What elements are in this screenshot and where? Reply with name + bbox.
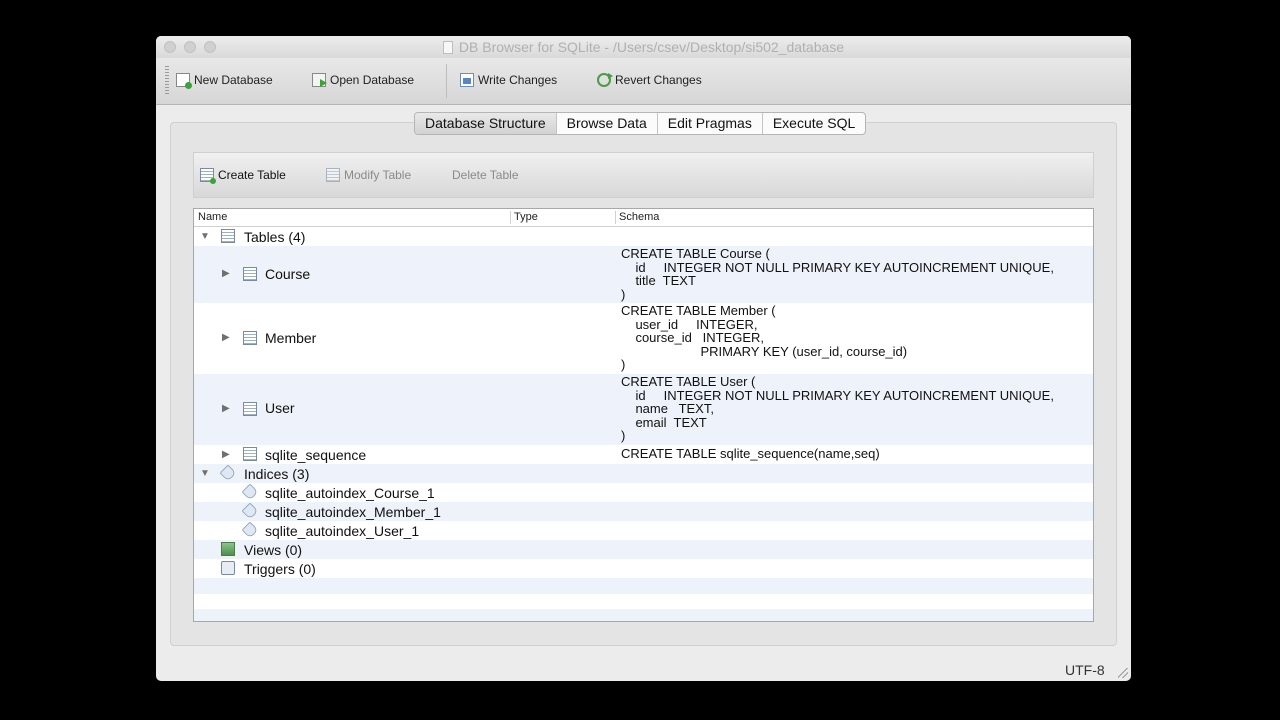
index-tag-icon <box>241 483 259 501</box>
tree-header: Name Type Schema <box>194 209 1093 227</box>
table-name: Course <box>265 266 311 282</box>
modify-table-button[interactable]: Modify Table <box>326 168 411 182</box>
index-name: sqlite_autoindex_User_1 <box>265 523 420 539</box>
table-schema: CREATE TABLE sqlite_sequence(name,seq) <box>621 446 880 461</box>
tree-group-views[interactable]: Views (0) <box>194 540 1093 559</box>
revert-changes-icon <box>597 73 613 87</box>
encoding-status: UTF-8 <box>1065 662 1105 678</box>
column-header-name[interactable]: Name <box>198 211 227 223</box>
index-name: sqlite_autoindex_Course_1 <box>265 485 435 501</box>
triggers-script-icon <box>221 561 235 575</box>
structure-toolbar: Create Table Modify Table Delete Table <box>193 152 1094 198</box>
write-changes-label: Write Changes <box>478 73 558 87</box>
table-name: User <box>265 400 295 416</box>
table-schema: CREATE TABLE Course ( id INTEGER NOT NUL… <box>621 246 1054 302</box>
expand-arrow-icon[interactable]: ▶ <box>222 268 230 279</box>
window-title-text: DB Browser for SQLite - /Users/csev/Desk… <box>458 39 845 55</box>
open-database-button[interactable]: Open Database <box>312 73 414 87</box>
column-divider[interactable] <box>510 211 511 224</box>
new-database-icon <box>176 73 192 89</box>
tree-group-tables[interactable]: ▼ Tables (4) <box>194 227 1093 246</box>
indices-tag-icon <box>219 464 237 482</box>
tables-icon <box>221 229 235 243</box>
index-tag-icon <box>241 502 259 520</box>
expand-arrow-icon[interactable]: ▶ <box>222 449 230 460</box>
table-row[interactable]: ▶ sqlite_sequence CREATE TABLE sqlite_se… <box>194 445 1093 464</box>
tab-browse-data[interactable]: Browse Data <box>557 113 658 134</box>
table-row[interactable]: ▶ Course CREATE TABLE Course ( id INTEGE… <box>194 246 1093 303</box>
table-name: sqlite_sequence <box>265 447 367 463</box>
table-row[interactable]: ▶ User CREATE TABLE User ( id INTEGER NO… <box>194 374 1093 445</box>
column-header-type[interactable]: Type <box>514 211 538 223</box>
toolbar-separator <box>446 64 447 98</box>
index-name: sqlite_autoindex_Member_1 <box>265 504 441 520</box>
delete-table-button[interactable]: Delete Table <box>452 168 519 182</box>
column-header-schema[interactable]: Schema <box>619 211 659 223</box>
create-table-icon <box>200 168 216 184</box>
indices-group-label: Indices (3) <box>244 466 310 482</box>
tree-group-indices[interactable]: ▼ Indices (3) <box>194 464 1093 483</box>
table-icon <box>243 331 257 345</box>
table-icon <box>243 402 257 416</box>
table-icon <box>243 447 257 461</box>
create-table-label: Create Table <box>218 168 286 182</box>
index-row[interactable]: sqlite_autoindex_Member_1 <box>194 502 1093 521</box>
views-group-label: Views (0) <box>244 542 303 558</box>
index-row[interactable]: sqlite_autoindex_User_1 <box>194 521 1093 540</box>
table-icon <box>243 267 257 281</box>
expand-arrow-icon[interactable]: ▶ <box>222 403 230 414</box>
open-database-icon <box>312 73 327 87</box>
revert-changes-label: Revert Changes <box>615 73 702 87</box>
main-tabs: Database Structure Browse Data Edit Prag… <box>414 112 867 135</box>
tree-group-triggers[interactable]: Triggers (0) <box>194 559 1093 578</box>
collapse-arrow-icon[interactable]: ▼ <box>200 231 210 242</box>
toolbar-grip-icon[interactable] <box>165 66 169 96</box>
views-icon <box>221 542 235 556</box>
title-bar: DB Browser for SQLite - /Users/csev/Desk… <box>156 36 1131 58</box>
main-toolbar: New Database Open Database Write Changes… <box>156 58 1131 105</box>
table-row[interactable]: ▶ Member CREATE TABLE Member ( user_id I… <box>194 303 1093 374</box>
tab-execute-sql[interactable]: Execute SQL <box>763 113 865 134</box>
empty-row <box>194 609 1093 621</box>
empty-row <box>194 578 1093 594</box>
modify-table-icon <box>326 168 340 182</box>
expand-arrow-icon[interactable]: ▶ <box>222 332 230 343</box>
triggers-group-label: Triggers (0) <box>244 561 316 577</box>
open-database-label: Open Database <box>330 73 415 87</box>
column-divider[interactable] <box>615 211 616 224</box>
document-icon <box>442 41 453 54</box>
collapse-arrow-icon[interactable]: ▼ <box>200 468 210 479</box>
app-window: DB Browser for SQLite - /Users/csev/Desk… <box>156 36 1131 681</box>
revert-changes-button[interactable]: Revert Changes <box>597 73 702 87</box>
window-title: DB Browser for SQLite - /Users/csev/Desk… <box>156 39 1131 55</box>
table-schema: CREATE TABLE Member ( user_id INTEGER, c… <box>621 303 908 373</box>
write-changes-icon <box>460 73 474 87</box>
table-name: Member <box>265 330 317 346</box>
index-row[interactable]: sqlite_autoindex_Course_1 <box>194 483 1093 502</box>
table-schema: CREATE TABLE User ( id INTEGER NOT NULL … <box>621 374 1054 444</box>
tab-database-structure[interactable]: Database Structure <box>415 113 557 134</box>
delete-table-label: Delete Table <box>452 168 519 182</box>
modify-table-label: Modify Table <box>344 168 412 182</box>
create-table-button[interactable]: Create Table <box>200 168 286 184</box>
tab-edit-pragmas[interactable]: Edit Pragmas <box>658 113 763 134</box>
write-changes-button[interactable]: Write Changes <box>460 73 557 87</box>
tables-group-label: Tables (4) <box>244 229 306 245</box>
index-tag-icon <box>241 521 259 539</box>
resize-grip-icon[interactable] <box>1118 668 1128 678</box>
new-database-label: New Database <box>194 73 273 87</box>
new-database-button[interactable]: New Database <box>176 73 273 89</box>
schema-tree[interactable]: Name Type Schema ▼ Tables (4) ▶ Course C… <box>193 208 1094 622</box>
